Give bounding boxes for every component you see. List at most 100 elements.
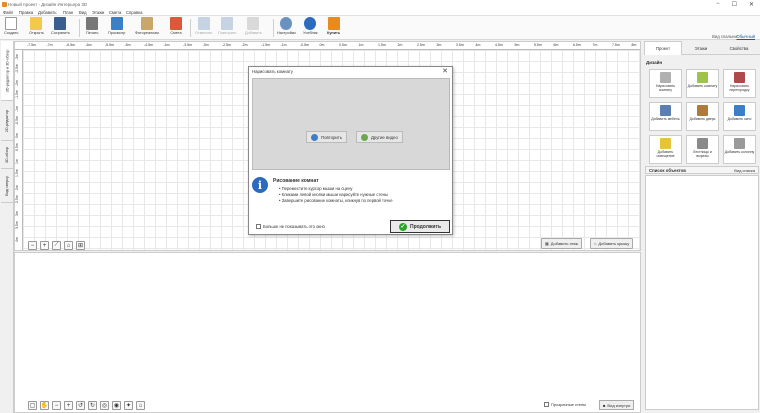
stairs-button[interactable]: Лестницы и вырезы (686, 135, 719, 164)
ruler-tick: -1m (280, 43, 287, 47)
tilt-icon[interactable]: ◉ (112, 401, 121, 410)
print-button[interactable]: Печать (86, 17, 98, 39)
continue-button[interactable]: ✓ Продолжить (390, 220, 450, 233)
info-icon: i (252, 177, 268, 193)
add-door-button[interactable]: Добавить дверь (686, 102, 719, 131)
ruler-tick: -2m (241, 43, 248, 47)
add-lighting-button[interactable]: Добавить освещение (649, 135, 682, 164)
add-floor-toolbar-button[interactable]: Добавить (245, 17, 262, 39)
dialog-title: Нарисовать комнату (252, 69, 293, 74)
draw-partition-button[interactable]: Нарисовать перегородку (723, 69, 756, 98)
rotate-right-icon[interactable]: ↻ (88, 401, 97, 410)
settings-button[interactable]: Настройки (277, 17, 296, 39)
dont-show-checkbox[interactable]: Больше не показывать это окно (256, 224, 325, 229)
list-view-toggle[interactable]: Вид списка (734, 168, 755, 173)
design-section-title: Дизайн (646, 60, 663, 65)
ruler-tick: 0m (319, 43, 325, 47)
minimize-button[interactable]: − (716, 1, 720, 8)
undo-icon (197, 17, 210, 30)
menu-help[interactable]: Справка (126, 10, 142, 15)
photorealism-button[interactable]: Фотореализм (135, 17, 159, 39)
ruler-icon[interactable]: ⟋ (52, 241, 61, 250)
ruler-tick: -2.5m (222, 43, 231, 47)
transparent-walls-checkbox[interactable]: Прозрачные стены (544, 402, 586, 407)
estimate-button[interactable]: Смета (170, 17, 182, 39)
create-button[interactable]: Создать (4, 17, 18, 39)
ruler-tick: -1.5m (261, 43, 270, 47)
other-videos-button[interactable]: Другие видео (356, 131, 403, 143)
menu-floors[interactable]: Этажи (92, 10, 104, 15)
select-icon[interactable]: ▢ (28, 401, 37, 410)
add-furniture-button[interactable]: Добавить мебель (649, 102, 682, 131)
open-button[interactable]: Открыть (29, 17, 44, 39)
menu-estimate[interactable]: Смета (109, 10, 121, 15)
buy-button[interactable]: Купить (327, 17, 340, 39)
add-window-button[interactable]: Добавить окно (723, 102, 756, 131)
ruler-tick: 4.5m (495, 43, 503, 47)
add-roof-button[interactable]: ⌂ Добавить крышу (590, 238, 634, 249)
ruler-tick: 3.5m (456, 43, 464, 47)
folder-icon (30, 17, 43, 30)
tab-floors[interactable]: Этажи (682, 41, 720, 55)
lamp-icon (660, 138, 671, 149)
add-column-button[interactable]: Добавить колонну (723, 135, 756, 164)
ruler-tick: 2.5m (15, 195, 19, 203)
tab-3d-view[interactable]: 3D-обзор (1, 141, 13, 169)
light-icon[interactable]: ✦ (124, 401, 133, 410)
preview-button[interactable]: Просмотр (108, 17, 125, 39)
ruler-tick: -7.5m (27, 43, 36, 47)
ruler-top: -7.5m -7m -6.5m -6m -5.5m -5m -4.5m -4m -3.5m -3m… (15, 42, 640, 50)
tutorial-video[interactable]: Повторить Другие видео (252, 78, 450, 170)
rotate-left-icon[interactable]: ↺ (76, 401, 85, 410)
draw-room-dialog: Нарисовать комнату ✕ Повторить Другие ви… (248, 66, 453, 235)
ruler-tick: 7m (592, 43, 598, 47)
menu-edit[interactable]: Правка (19, 10, 33, 15)
zoom-out-3d-icon[interactable]: − (52, 401, 61, 410)
dialog-close-icon[interactable]: ✕ (442, 67, 448, 75)
ruler-tick: -5m (124, 43, 131, 47)
ruler-tick: 7.5m (612, 43, 620, 47)
zoom-in-3d-icon[interactable]: + (64, 401, 73, 410)
undo-button[interactable]: Отменить (195, 17, 212, 39)
menu-view[interactable]: Вид (79, 10, 87, 15)
tab-project[interactable]: Проект (644, 41, 682, 55)
save-button[interactable]: Сохранить (51, 17, 70, 39)
close-button[interactable]: ✕ (749, 1, 754, 8)
menu-add[interactable]: Добавить (38, 10, 57, 15)
redo-button[interactable]: Повторить (218, 17, 237, 39)
menu-plan[interactable]: План (63, 10, 73, 15)
menu-file[interactable]: Файл (3, 10, 13, 15)
home-icon[interactable]: ⌂ (64, 241, 73, 250)
ruler-tick: 3m (436, 43, 442, 47)
ruler-tick: -4m (163, 43, 170, 47)
view-link[interactable]: Обычный (736, 34, 755, 39)
view-inside-button[interactable]: ■ Вид изнутри (599, 400, 635, 410)
ruler-tick: -2.5m (15, 64, 19, 73)
tab-properties[interactable]: Свойства (720, 41, 758, 55)
add-floor-button[interactable]: ▦ Добавить этаж (541, 238, 583, 249)
orbit-icon[interactable]: ◎ (100, 401, 109, 410)
fit-icon[interactable]: ⊞ (76, 241, 85, 250)
replay-button[interactable]: Повторить (306, 131, 347, 143)
object-list[interactable] (645, 175, 759, 410)
tab-3d-editor[interactable]: 3D-редактор и 3D-обзор (1, 41, 13, 101)
design-grid: Нарисовать комнату Добавить комнату Нарисо… (649, 69, 756, 164)
ruler-tick: -1m (15, 105, 19, 112)
ruler-tick: 3.5m (15, 221, 19, 229)
add-room-button[interactable]: Добавить комнату (686, 69, 719, 98)
draw-room-button[interactable]: Нарисовать комнату (649, 69, 682, 98)
ruler-tick: -3.5m (183, 43, 192, 47)
view-3d[interactable]: ▢ ✋ − + ↺ ↻ ◎ ◉ ✦ ⌂ Прозрачные стены ■ Ви… (14, 252, 641, 413)
maximize-button[interactable]: ☐ (732, 1, 737, 8)
steps-list: Переместите курсор мыши на сцену Кликами… (279, 186, 393, 204)
tab-top-view[interactable]: Вид сверху (1, 169, 13, 203)
ruler-tick: 5m (514, 43, 520, 47)
zoom-in-icon[interactable]: + (40, 241, 49, 250)
hand-icon[interactable]: ✋ (40, 401, 49, 410)
zoom-out-icon[interactable]: − (28, 241, 37, 250)
tutorial-button[interactable]: Учебник (303, 17, 318, 39)
pencil-icon (660, 72, 671, 83)
ruler-tick: -4.5m (144, 43, 153, 47)
tab-2d-editor[interactable]: 2D-редактор (1, 101, 13, 141)
home-3d-icon[interactable]: ⌂ (136, 401, 145, 410)
